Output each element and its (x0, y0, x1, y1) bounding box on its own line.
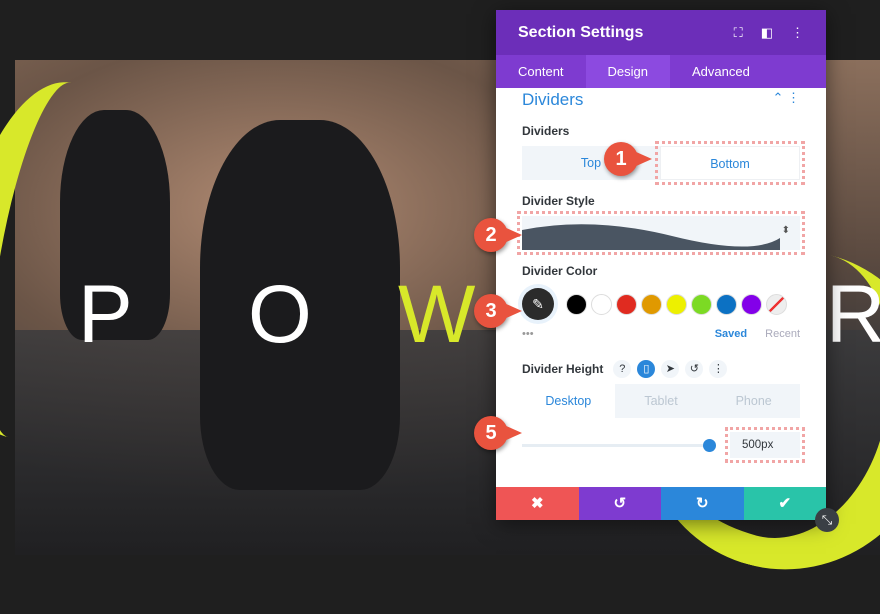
section-settings-panel: Section Settings ⛶ ◧ ⋮ Content Design Ad… (496, 10, 826, 520)
divider-style-label: Divider Style (522, 194, 595, 208)
wave-divider-preview (522, 224, 780, 250)
redo-button[interactable]: ↻ (661, 487, 744, 520)
recent-colors-tab[interactable]: Recent (765, 328, 800, 340)
divider-height-label: Divider Height (522, 362, 604, 376)
responsive-phone-icon[interactable]: ▯ (637, 360, 656, 378)
select-arrows-icon: ⬍ (781, 225, 790, 236)
panel-footer: ✖ ↺ ↻ ✔ (496, 487, 826, 520)
save-button[interactable]: ✔ (743, 487, 826, 520)
callout-2: 2 (474, 218, 522, 252)
cancel-button[interactable]: ✖ (496, 487, 579, 520)
dividers-label: Dividers (522, 124, 570, 138)
section-title: Dividers (522, 90, 584, 109)
eyedropper-icon[interactable]: ✎ (522, 288, 554, 320)
chevron-up-icon[interactable]: ⌃ ⋮ (772, 90, 800, 110)
undo-button[interactable]: ↺ (578, 487, 661, 520)
heading-letter: P (78, 269, 135, 360)
resize-icon[interactable]: ⤡ (815, 508, 839, 532)
swatch-white[interactable] (591, 293, 612, 315)
slider-handle[interactable] (703, 438, 716, 452)
saved-colors-tab[interactable]: Saved (715, 328, 747, 340)
device-tabs: Desktop Tablet Phone (522, 384, 801, 418)
dividers-section-header[interactable]: Dividers ⌃ ⋮ (522, 90, 800, 110)
callout-1: 1 (604, 142, 652, 176)
swatch-yellow[interactable] (666, 293, 687, 315)
reset-icon[interactable]: ↺ (685, 360, 704, 378)
heading-letter: O (248, 269, 314, 360)
swatch-none-icon[interactable] (766, 293, 787, 315)
cursor-hover-icon[interactable]: ➤ (661, 360, 680, 378)
dividers-bottom-option[interactable]: Bottom (655, 141, 805, 185)
swatch-blue[interactable] (716, 293, 737, 315)
callout-5: 5 (474, 416, 522, 450)
tab-content[interactable]: Content (496, 55, 586, 88)
tab-advanced[interactable]: Advanced (670, 55, 772, 88)
device-tab-desktop[interactable]: Desktop (522, 384, 615, 418)
swatch-purple[interactable] (741, 293, 762, 315)
device-tab-tablet[interactable]: Tablet (614, 384, 708, 418)
color-swatches: ✎ (522, 288, 800, 320)
fullscreen-icon[interactable]: ⛶ (734, 25, 743, 41)
divider-color-label: Divider Color (522, 264, 598, 278)
heading-letter: W (398, 269, 478, 360)
more-colors-button[interactable]: ••• (522, 328, 715, 340)
panel-title: Section Settings (518, 23, 644, 41)
divider-height-input[interactable]: 500px (725, 427, 805, 463)
panel-header: Section Settings ⛶ ◧ ⋮ (496, 10, 826, 55)
divider-height-slider[interactable] (522, 438, 716, 452)
swatch-green[interactable] (691, 293, 712, 315)
swatch-red[interactable] (616, 293, 637, 315)
callout-3: 3 (474, 294, 522, 328)
divider-style-select[interactable]: ⬍ (517, 211, 805, 255)
swatch-black[interactable] (566, 293, 587, 315)
help-icon[interactable]: ? (613, 360, 632, 378)
sidebar-layout-icon[interactable]: ◧ (761, 25, 773, 41)
panel-tabs: Content Design Advanced (496, 55, 826, 88)
tab-design[interactable]: Design (585, 55, 671, 88)
swatch-orange[interactable] (641, 293, 662, 315)
heading-letter: R (826, 269, 880, 360)
device-tab-phone[interactable]: Phone (707, 384, 801, 418)
dividers-toggle: Top Bottom (522, 141, 805, 185)
more-vertical-icon[interactable]: ⋮ (791, 25, 804, 41)
more-vertical-icon[interactable]: ⋮ (709, 360, 728, 378)
